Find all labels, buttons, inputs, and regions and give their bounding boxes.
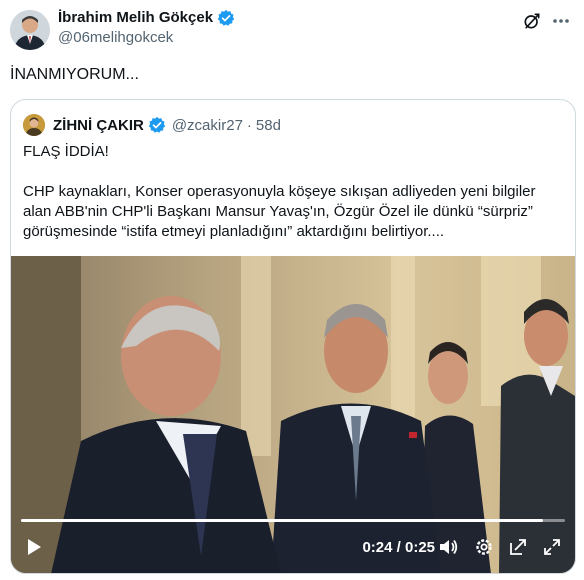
fullscreen-icon[interactable] <box>541 536 563 558</box>
verified-badge-icon <box>148 116 166 133</box>
separator-dot: · <box>246 116 252 134</box>
grok-icon[interactable] <box>522 11 542 31</box>
video-controls: 0:24 / 0:25 <box>11 532 575 564</box>
more-icon[interactable] <box>550 10 572 32</box>
video-frame <box>11 256 575 573</box>
video-progress-fill <box>21 519 544 522</box>
tweet-header: İbrahim Melih Gökçek @06melihgokcek <box>10 8 574 52</box>
author-name[interactable]: İbrahim Melih Gökçek <box>58 8 213 28</box>
quoted-tweet-headline: FLAŞ İDDİA! <box>23 143 109 160</box>
quoted-tweet-header: ZİHNİ ÇAKIR @zcakir27 · 58d <box>23 114 281 136</box>
pop-out-icon[interactable] <box>507 536 529 558</box>
video-time: 0:24 / 0:25 <box>362 539 435 556</box>
quoted-author-name[interactable]: ZİHNİ ÇAKIR <box>53 117 144 134</box>
author-handle[interactable]: @06melihgokcek <box>58 28 235 48</box>
settings-icon[interactable] <box>473 536 495 558</box>
video-progress-bar[interactable] <box>21 519 565 522</box>
quoted-tweet-time[interactable]: 58d <box>256 117 281 134</box>
volume-icon[interactable] <box>437 536 459 558</box>
quoted-tweet[interactable]: ZİHNİ ÇAKIR @zcakir27 · 58d FLAŞ İDDİA! … <box>10 99 576 574</box>
verified-badge-icon <box>217 9 235 26</box>
quoted-author-handle[interactable]: @zcakir27 <box>172 117 243 134</box>
video-player[interactable]: 0:24 / 0:25 <box>11 256 575 573</box>
quoted-tweet-body: CHP kaynakları, Konser operasyonuyla köş… <box>23 183 536 240</box>
quoted-author-avatar[interactable] <box>23 114 45 136</box>
tweet-text: İNANMIYORUM... <box>10 66 139 83</box>
play-icon[interactable] <box>23 536 45 558</box>
author-avatar[interactable] <box>10 10 50 50</box>
quoted-tweet-text: FLAŞ İDDİA! CHP kaynakları, Konser opera… <box>23 142 563 242</box>
